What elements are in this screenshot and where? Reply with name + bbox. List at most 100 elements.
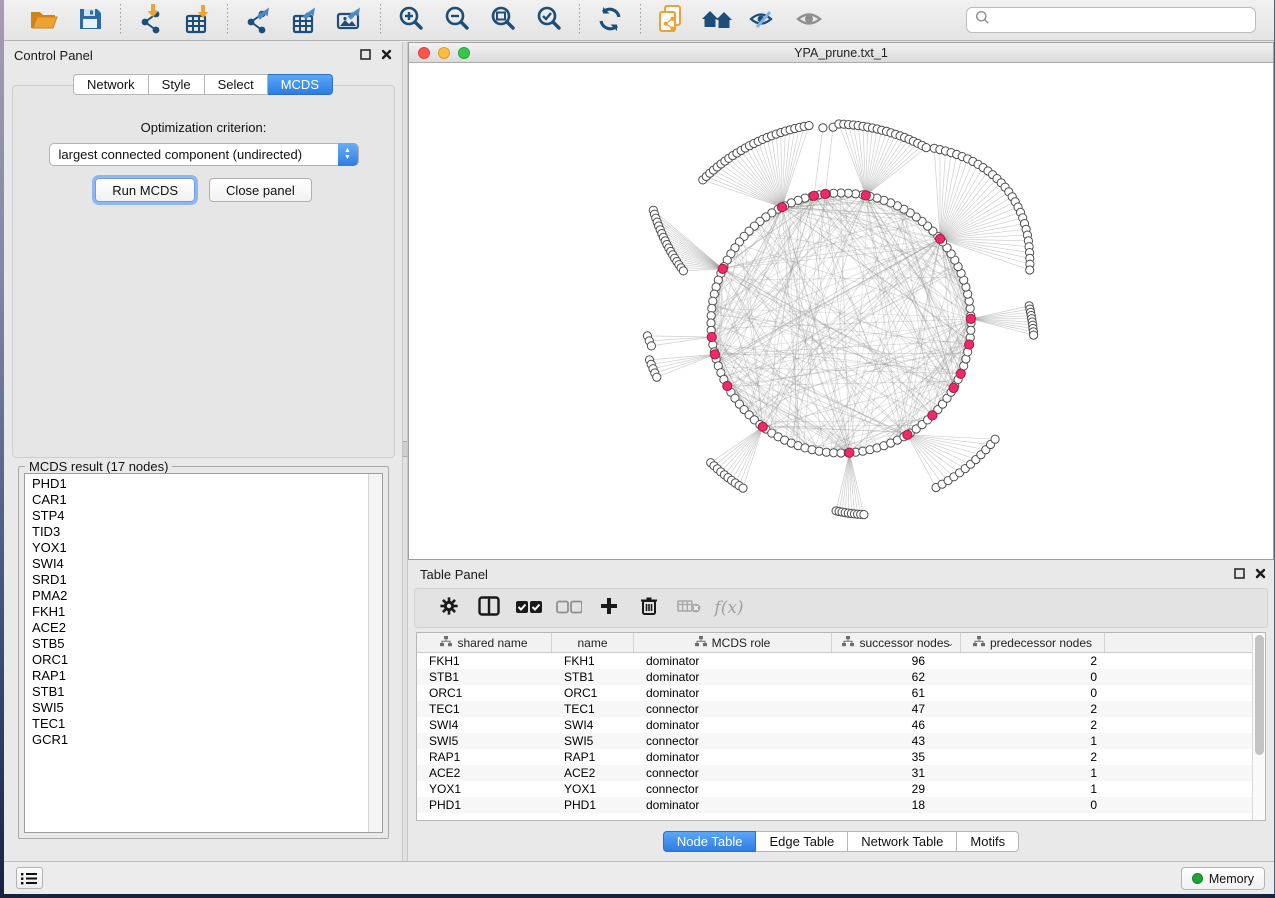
mcds-result-item[interactable]: ORC1	[32, 652, 366, 668]
refresh-layout-icon	[596, 5, 624, 36]
zoom-fit-button[interactable]	[485, 3, 521, 37]
table-row[interactable]: RAP1RAP1dominator352	[417, 749, 1252, 765]
add-column-button[interactable]	[589, 591, 629, 625]
zoom-in-button[interactable]	[393, 3, 429, 37]
mcds-result-item[interactable]: TID3	[32, 524, 366, 540]
select-stepper-icon: ▲▼	[338, 143, 358, 166]
column-header-predecessor-nodes[interactable]: predecessor nodes	[961, 633, 1105, 652]
column-header-shared-name[interactable]: shared name	[417, 633, 552, 652]
mcds-result-item[interactable]: SRD1	[32, 572, 366, 588]
mcds-result-item[interactable]: TEC1	[32, 716, 366, 732]
table-row[interactable]: ORC1ORC1dominator610	[417, 685, 1252, 701]
mcds-result-item[interactable]: RAP1	[32, 668, 366, 684]
zoom-out-button[interactable]	[439, 3, 475, 37]
close-table-panel-icon[interactable]	[1255, 568, 1266, 579]
network-canvas[interactable]	[409, 63, 1273, 559]
column-header-name[interactable]: name	[552, 633, 634, 652]
tab-style[interactable]: Style	[149, 74, 205, 95]
cell-MCDS-role: dominator	[634, 797, 832, 813]
mcds-result-scrollbar[interactable]	[368, 474, 382, 832]
float-panel-icon[interactable]	[360, 49, 371, 60]
mcds-result-item[interactable]: GCR1	[32, 732, 366, 748]
memory-button[interactable]: Memory	[1181, 867, 1265, 890]
tab-select[interactable]: Select	[205, 74, 268, 95]
split-table-view-button[interactable]	[469, 591, 509, 625]
tab-network[interactable]: Network	[73, 74, 149, 95]
refresh-layout-button[interactable]	[592, 3, 628, 37]
table-tab-motifs[interactable]: Motifs	[957, 831, 1019, 852]
mcds-result-item[interactable]: STB5	[32, 636, 366, 652]
cell-successor-nodes: 62	[832, 669, 961, 685]
table-tab-edge-table[interactable]: Edge Table	[756, 831, 848, 852]
import-table-icon	[184, 4, 210, 37]
mcds-result-item[interactable]: PHD1	[32, 476, 366, 492]
open-file-button[interactable]	[26, 3, 62, 37]
show-all-button[interactable]	[791, 3, 827, 37]
cell-predecessor-nodes: 2	[961, 749, 1105, 765]
table-row[interactable]: YOX1YOX1connector291	[417, 781, 1252, 797]
delete-column-button[interactable]	[629, 591, 669, 625]
export-image-button[interactable]	[332, 3, 368, 37]
tab-mcds[interactable]: MCDS	[268, 74, 333, 95]
mcds-result-item[interactable]: SWI5	[32, 700, 366, 716]
mcds-result-item[interactable]: PMA2	[32, 588, 366, 604]
hide-selected-button[interactable]	[745, 3, 781, 37]
table-tab-node-table[interactable]: Node Table	[663, 831, 757, 852]
select-all-checkboxes-icon	[516, 598, 542, 619]
deselect-all-checkboxes-icon	[556, 598, 582, 619]
column-header-successor-nodes[interactable]: successor nodes⌄	[832, 633, 961, 652]
network-graph[interactable]	[409, 63, 1273, 559]
home-view-button[interactable]	[699, 3, 735, 37]
export-network-button[interactable]	[240, 3, 276, 37]
mcds-result-item[interactable]: SWI4	[32, 556, 366, 572]
task-history-button[interactable]	[16, 867, 43, 889]
shared-column-icon	[842, 636, 854, 650]
window-maximize-icon[interactable]	[458, 47, 470, 59]
search-input[interactable]	[990, 13, 1247, 28]
column-header-MCDS-role[interactable]: MCDS role	[634, 633, 832, 652]
table-row[interactable]: TEC1TEC1connector472	[417, 701, 1252, 717]
duplicate-network-button[interactable]	[653, 3, 689, 37]
table-row[interactable]: SWI4SWI4dominator462	[417, 717, 1252, 733]
network-view-titlebar[interactable]: YPA_prune.txt_1	[409, 43, 1273, 63]
table-row[interactable]: FKH1FKH1dominator962	[417, 653, 1252, 669]
zoom-out-icon	[443, 5, 471, 36]
mcds-result-item[interactable]: YOX1	[32, 540, 366, 556]
delete-column-icon	[640, 596, 658, 621]
cell-shared-name: TEC1	[417, 701, 552, 717]
cell-successor-nodes: 18	[832, 797, 961, 813]
select-all-checkboxes-button[interactable]	[509, 591, 549, 625]
mcds-result-item[interactable]: FKH1	[32, 604, 366, 620]
mcds-result-item[interactable]: ACE2	[32, 620, 366, 636]
zoom-selected-button[interactable]	[531, 3, 567, 37]
optimization-criterion-select[interactable]: largest connected component (undirected)…	[49, 143, 359, 166]
import-network-button[interactable]	[133, 3, 169, 37]
mcds-result-item[interactable]: STP4	[32, 508, 366, 524]
table-row[interactable]: SWI5SWI5connector431	[417, 733, 1252, 749]
splitter-grip[interactable]	[403, 441, 407, 457]
table-tab-network-table[interactable]: Network Table	[848, 831, 957, 852]
export-table-button[interactable]	[286, 3, 322, 37]
table-row[interactable]: STB1STB1dominator620	[417, 669, 1252, 685]
float-table-panel-icon[interactable]	[1234, 568, 1245, 579]
save-session-button[interactable]	[72, 3, 108, 37]
table-toolbar: f(x)	[414, 588, 1268, 628]
search-box[interactable]	[966, 7, 1256, 33]
mcds-result-item[interactable]: CAR1	[32, 492, 366, 508]
table-scrollbar[interactable]	[1252, 633, 1265, 820]
run-mcds-button[interactable]: Run MCDS	[95, 178, 195, 202]
close-panel-icon[interactable]	[381, 49, 392, 60]
close-panel-button[interactable]: Close panel	[209, 178, 312, 202]
table-scrollbar-thumb[interactable]	[1255, 635, 1264, 755]
window-minimize-icon[interactable]	[438, 47, 450, 59]
mcds-tab-content: Optimization criterion: largest connecte…	[12, 85, 395, 458]
import-table-button[interactable]	[179, 3, 215, 37]
mcds-result-list[interactable]: PHD1CAR1STP4TID3YOX1SWI4SRD1PMA2FKH1ACE2…	[24, 473, 383, 833]
cell-name: SWI5	[552, 733, 634, 749]
table-row[interactable]: ACE2ACE2connector311	[417, 765, 1252, 781]
window-close-icon[interactable]	[418, 47, 430, 59]
deselect-all-checkboxes-button[interactable]	[549, 591, 589, 625]
table-row[interactable]: PHD1PHD1dominator180	[417, 797, 1252, 813]
settings-gear-button[interactable]	[429, 591, 469, 625]
mcds-result-item[interactable]: STB1	[32, 684, 366, 700]
